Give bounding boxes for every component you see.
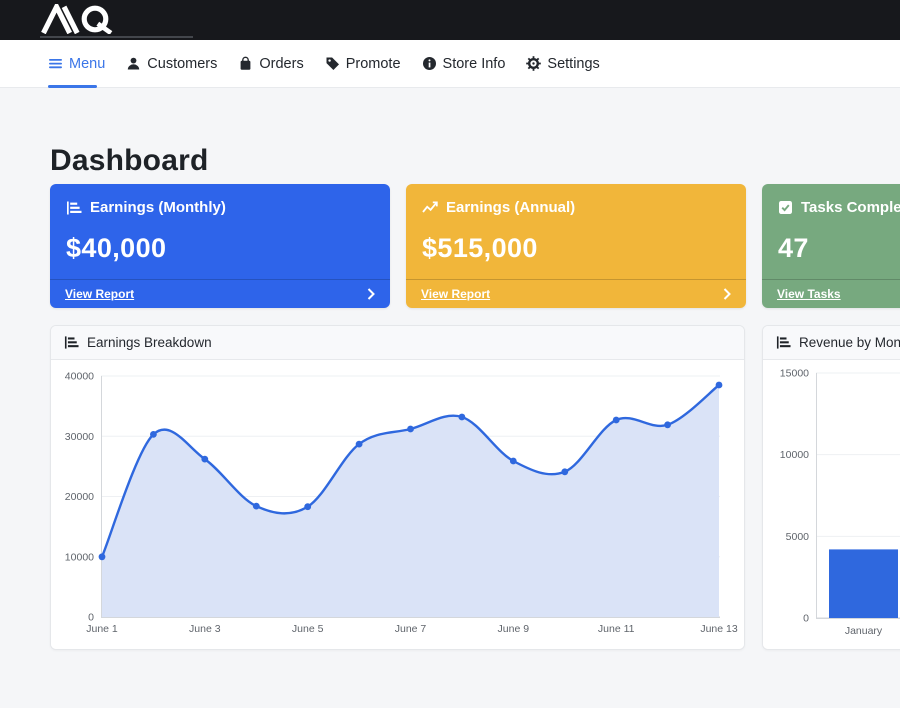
svg-text:June 11: June 11	[598, 623, 635, 635]
nav-item-menu[interactable]: Menu	[48, 56, 105, 72]
stat-card-header: Earnings (Monthly)	[50, 184, 390, 216]
stat-card-footer: View Tasks	[762, 279, 900, 308]
revenue-by-month-card: Revenue by Month 0 5000 10000 15000 January	[762, 325, 900, 650]
chevron-right-icon[interactable]	[723, 288, 731, 300]
view-report-link[interactable]: View Report	[421, 287, 490, 301]
svg-text:40000: 40000	[65, 371, 94, 383]
stat-card-header: Earnings (Annual)	[406, 184, 746, 216]
stat-card-value: 47	[762, 233, 900, 264]
svg-text:5000: 5000	[786, 531, 810, 543]
svg-text:20000: 20000	[65, 491, 94, 503]
chevron-right-icon[interactable]	[367, 288, 375, 300]
svg-text:10000: 10000	[780, 449, 809, 461]
nav-item-label: Store Info	[443, 56, 506, 72]
nav-item-orders[interactable]: Orders	[238, 56, 303, 72]
chart-title: Earnings Breakdown	[87, 335, 212, 350]
svg-text:January: January	[845, 625, 883, 637]
nav-item-store-info[interactable]: Store Info	[422, 56, 506, 72]
stat-card-title: Earnings (Monthly)	[90, 199, 226, 216]
nav-item-label: Promote	[346, 56, 401, 72]
person-icon	[126, 56, 141, 71]
app-logo[interactable]: AQ	[40, 4, 135, 34]
check-square-icon	[778, 200, 793, 215]
svg-text:June 1: June 1	[86, 623, 118, 635]
page-title: Dashboard	[50, 144, 209, 178]
logo-underline	[40, 36, 193, 38]
app-root: AQ Menu Customers Orders Prom	[0, 0, 900, 708]
info-circle-icon	[422, 56, 437, 71]
stat-card-earnings-annual: Earnings (Annual) $515,000 View Report	[406, 184, 746, 308]
nav-item-label: Customers	[147, 56, 217, 72]
svg-text:10000: 10000	[65, 551, 94, 563]
view-report-link[interactable]: View Report	[65, 287, 134, 301]
bag-icon	[238, 56, 253, 71]
bar-chart-icon	[66, 200, 82, 216]
bar-chart-icon	[776, 335, 791, 350]
bar-chart-icon	[64, 335, 79, 350]
menu-icon	[48, 56, 63, 71]
stat-card-title: Tasks Completed	[801, 199, 900, 216]
stat-card-footer: View Report	[50, 279, 390, 308]
nav-item-customers[interactable]: Customers	[126, 56, 217, 72]
nav-item-label: Orders	[259, 56, 303, 72]
svg-text:15000: 15000	[780, 368, 809, 380]
line-chart-icon	[422, 200, 438, 216]
svg-text:June 13: June 13	[700, 623, 738, 635]
active-tab-underline	[48, 85, 97, 88]
svg-text:0: 0	[803, 613, 809, 625]
svg-text:0: 0	[88, 612, 94, 624]
svg-text:June 5: June 5	[292, 623, 324, 635]
earnings-breakdown-chart: 0 10000 20000 30000 40000 June 1 June 3 June 5 J…	[51, 360, 744, 650]
tag-icon	[325, 56, 340, 71]
revenue-by-month-chart: 0 5000 10000 15000 January	[763, 360, 900, 650]
stat-card-earnings-monthly: Earnings (Monthly) $40,000 View Report	[50, 184, 390, 308]
logo-text: AQ	[135, 4, 136, 5]
nav-item-settings[interactable]: Settings	[526, 56, 599, 72]
topbar: AQ	[0, 0, 900, 40]
svg-text:June 3: June 3	[189, 623, 221, 635]
stat-card-tasks-completed: Tasks Completed 47 View Tasks	[762, 184, 900, 308]
svg-text:June 7: June 7	[395, 623, 427, 635]
earnings-breakdown-card: Earnings Breakdown 0 10000 20000 30000 40000…	[50, 325, 745, 650]
stat-card-title: Earnings (Annual)	[446, 199, 575, 216]
stat-card-value: $40,000	[50, 233, 390, 264]
view-tasks-link[interactable]: View Tasks	[777, 287, 841, 301]
chart-title: Revenue by Month	[799, 335, 900, 350]
stat-card-footer: View Report	[406, 279, 746, 308]
chart-card-header: Earnings Breakdown	[51, 326, 744, 360]
svg-text:30000: 30000	[65, 431, 94, 443]
stat-card-value: $515,000	[406, 233, 746, 264]
nav-item-promote[interactable]: Promote	[325, 56, 401, 72]
gear-icon	[526, 56, 541, 71]
stat-card-header: Tasks Completed	[762, 184, 900, 216]
chart-card-header: Revenue by Month	[763, 326, 900, 360]
svg-text:June 9: June 9	[498, 623, 530, 635]
main-nav: Menu Customers Orders Promote Store Info	[0, 40, 900, 88]
nav-item-label: Menu	[69, 56, 105, 72]
nav-item-label: Settings	[547, 56, 599, 72]
